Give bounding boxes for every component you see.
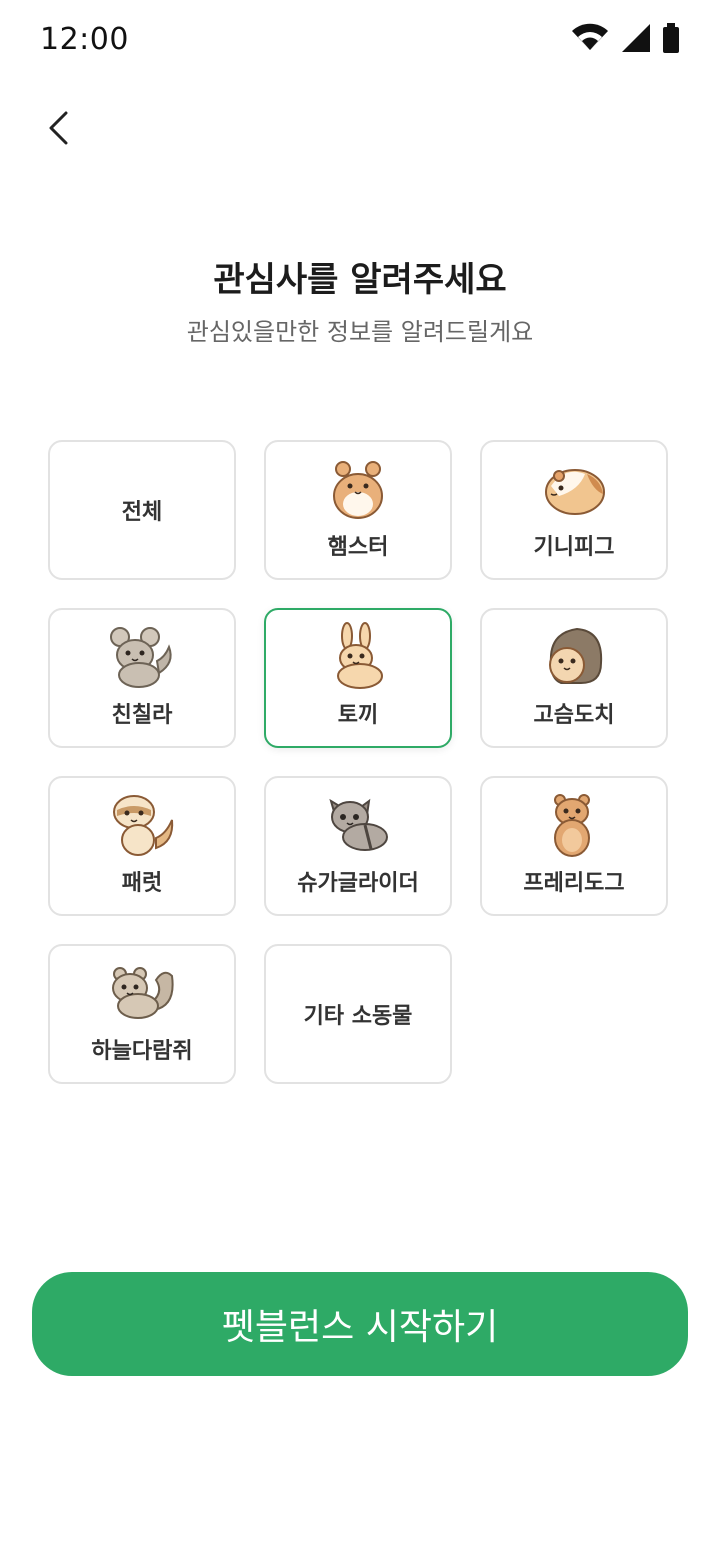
wifi-icon [572, 23, 608, 50]
back-button[interactable] [36, 104, 80, 152]
hedgehog-icon [536, 621, 612, 691]
battery-icon [663, 23, 679, 53]
chinchilla-icon [104, 621, 180, 691]
ferret-icon [104, 789, 180, 859]
sugar-glider-icon [320, 789, 396, 859]
option-label: 프레리도그 [523, 871, 625, 896]
option-label: 친칠라 [111, 703, 173, 728]
hamster-icon [320, 453, 396, 523]
chevron-left-icon [49, 111, 68, 145]
rabbit-icon [320, 621, 396, 691]
option-label: 기타 소동물 [303, 1004, 413, 1029]
option-label: 토끼 [337, 703, 379, 728]
status-icons [570, 22, 680, 54]
option-card-other[interactable]: 기타 소동물 [264, 944, 452, 1084]
option-card-flying-squirrel[interactable]: 하늘다람쥐 [48, 944, 236, 1084]
signal-icon [622, 24, 650, 52]
option-card-chinchilla[interactable]: 친칠라 [48, 608, 236, 748]
option-card-hedgehog[interactable]: 고슴도치 [480, 608, 668, 748]
option-label: 기니피그 [533, 535, 615, 560]
guinea-pig-icon [536, 453, 612, 523]
option-card-guinea-pig[interactable]: 기니피그 [480, 440, 668, 580]
option-label: 햄스터 [327, 535, 389, 560]
option-card-prairie-dog[interactable]: 프레리도그 [480, 776, 668, 916]
option-card-rabbit[interactable]: 토끼 [264, 608, 452, 748]
prairie-dog-icon [536, 789, 612, 859]
page-title: 관심사를 알려주세요 [213, 260, 507, 300]
option-card-ferret[interactable]: 패럿 [48, 776, 236, 916]
flying-squirrel-icon [104, 957, 180, 1027]
option-label: 하늘다람쥐 [91, 1039, 193, 1064]
option-label: 슈가글라이더 [297, 871, 419, 896]
start-button[interactable]: 펫블런스 시작하기 [32, 1272, 688, 1376]
status-bar: 12:00 [0, 0, 720, 80]
option-card-all[interactable]: 전체 [48, 440, 236, 580]
option-card-sugar-glider[interactable]: 슈가글라이더 [264, 776, 452, 916]
option-card-hamster[interactable]: 햄스터 [264, 440, 452, 580]
page-subtitle: 관심있을만한 정보를 알려드릴게요 [186, 318, 534, 346]
option-label: 전체 [121, 500, 163, 525]
status-time: 12:00 [40, 22, 129, 57]
option-label: 패럿 [121, 871, 163, 896]
option-label: 고슴도치 [533, 703, 615, 728]
